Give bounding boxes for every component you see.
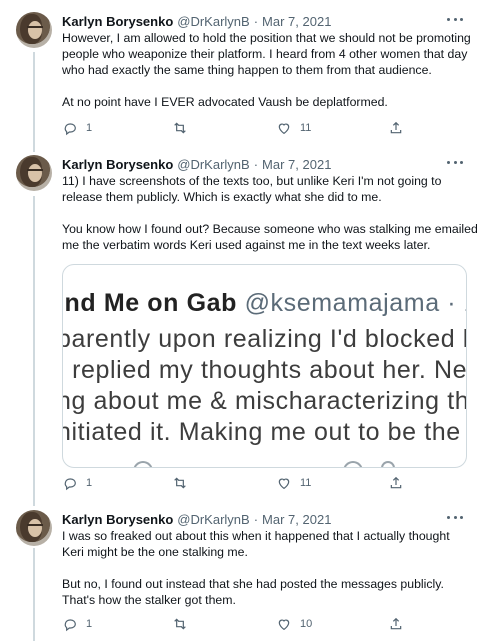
- author-handle[interactable]: @DrKarlynB: [177, 14, 249, 29]
- tweet-text: However, I am allowed to hold the positi…: [62, 30, 471, 110]
- avatar[interactable]: [16, 155, 52, 191]
- like-icon: [278, 123, 290, 135]
- avatar[interactable]: [16, 12, 52, 48]
- like-button[interactable]: 11: [276, 120, 311, 136]
- tweet-actions: 1 10: [62, 616, 412, 632]
- share-icon: [390, 617, 402, 630]
- author-handle[interactable]: @DrKarlynB: [177, 512, 249, 527]
- tweet-text: 11) I have screenshots of the texts too,…: [62, 173, 477, 253]
- reply-button[interactable]: 1: [62, 120, 92, 136]
- tweet-text-line: release them publicly. Which is exactly …: [62, 190, 382, 204]
- tweet-text-line: You know how I found out? Because someon…: [62, 222, 477, 236]
- media-text-line: I replied my thoughts about her. Next: [62, 356, 467, 384]
- reply-count: 1: [86, 618, 93, 630]
- tweet[interactable]: Karlyn Borysenko @DrKarlynB · Mar 7, 202…: [0, 155, 477, 495]
- media-cropped-icons: [63, 457, 466, 467]
- like-button[interactable]: 11: [276, 475, 311, 491]
- like-count: 10: [300, 618, 313, 630]
- share-icon: [390, 476, 402, 489]
- reply-icon: [64, 123, 76, 136]
- tweet[interactable]: Karlyn Borysenko @DrKarlynB · Mar 7, 202…: [0, 12, 477, 142]
- separator-dot: ·: [253, 13, 259, 29]
- retweet-icon: [174, 618, 186, 630]
- retweet-button[interactable]: [172, 616, 188, 632]
- reply-count: 1: [86, 477, 93, 489]
- tweet-date[interactable]: Mar 7, 2021: [262, 512, 331, 527]
- more-icon[interactable]: [447, 14, 463, 24]
- tweet-header: Karlyn Borysenko @DrKarlynB · Mar 7, 202…: [62, 155, 331, 173]
- reply-icon: [64, 619, 76, 632]
- more-icon[interactable]: [447, 157, 463, 167]
- retweet-button[interactable]: [172, 120, 188, 136]
- author-name[interactable]: Karlyn Borysenko: [62, 512, 173, 527]
- separator-dot: ·: [253, 156, 259, 172]
- tweet-text: I was so freaked out about this when it …: [62, 528, 467, 608]
- reply-button[interactable]: 1: [62, 616, 92, 632]
- tweet-header: Karlyn Borysenko @DrKarlynB · Mar 7, 202…: [62, 12, 331, 30]
- like-icon: [278, 619, 290, 631]
- media-header: ind Me on Gab @ksemamajama · 14m: [62, 289, 466, 318]
- share-button[interactable]: [388, 616, 404, 632]
- media-header-handle: @ksemamajama · 14m: [244, 289, 466, 317]
- author-name[interactable]: Karlyn Borysenko: [62, 14, 173, 29]
- media-header-name: ind Me on Gab: [62, 289, 238, 317]
- avatar[interactable]: [16, 510, 52, 546]
- tweet-text-line: people who weaponize their platform. I h…: [62, 47, 468, 61]
- like-icon: [278, 478, 290, 490]
- like-count: 11: [300, 477, 312, 489]
- like-count: 11: [300, 122, 312, 134]
- tweet-actions: 1 11: [62, 120, 412, 136]
- tweet-text-line: who had exactly the same thing happen to…: [62, 63, 432, 77]
- separator-dot: ·: [253, 511, 259, 527]
- like-button[interactable]: 10: [276, 616, 312, 632]
- reply-icon: [64, 478, 76, 491]
- tweet-text-line: 11) I have screenshots of the texts too,…: [62, 174, 442, 188]
- share-button[interactable]: [388, 120, 404, 136]
- media-text-line: parently upon realizing I'd blocked her,: [62, 325, 467, 353]
- tweet-date[interactable]: Mar 7, 2021: [262, 157, 331, 172]
- tweet-text-line: But no, I found out instead that she had…: [62, 577, 444, 591]
- tweet-header: Karlyn Borysenko @DrKarlynB · Mar 7, 202…: [62, 510, 331, 528]
- retweet-button[interactable]: [172, 475, 188, 491]
- attached-screenshot[interactable]: ind Me on Gab @ksemamajama · 14m parentl…: [62, 264, 467, 468]
- tweet-date[interactable]: Mar 7, 2021: [262, 14, 331, 29]
- media-text-line: ng about me & mischaracterizing that: [62, 387, 467, 415]
- reply-button[interactable]: 1: [62, 475, 92, 491]
- author-handle[interactable]: @DrKarlynB: [177, 157, 249, 172]
- more-icon[interactable]: [447, 512, 463, 522]
- tweet-text-line: At no point have I EVER advocated Vaush …: [62, 95, 388, 109]
- share-icon: [390, 121, 402, 134]
- tweet-text-line: That's how the stalker got them.: [62, 593, 236, 607]
- tweet-actions: 1 11: [62, 475, 412, 491]
- retweet-icon: [174, 477, 186, 489]
- share-button[interactable]: [388, 475, 404, 491]
- tweet[interactable]: Karlyn Borysenko @DrKarlynB · Mar 7, 202…: [0, 510, 477, 641]
- tweet-text-line: I was so freaked out about this when it …: [62, 529, 450, 543]
- reply-count: 1: [86, 122, 93, 134]
- author-name[interactable]: Karlyn Borysenko: [62, 157, 173, 172]
- tweet-thread: Karlyn Borysenko @DrKarlynB · Mar 7, 202…: [0, 0, 477, 641]
- tweet-text-line: me the verbatim words Keri used against …: [62, 238, 431, 252]
- retweet-icon: [174, 122, 186, 134]
- tweet-text-line: However, I am allowed to hold the positi…: [62, 31, 471, 45]
- tweet-text-line: Keri might be the one stalking me.: [62, 545, 248, 559]
- media-text-line: nitiated it. Making me out to be the agg: [62, 418, 466, 446]
